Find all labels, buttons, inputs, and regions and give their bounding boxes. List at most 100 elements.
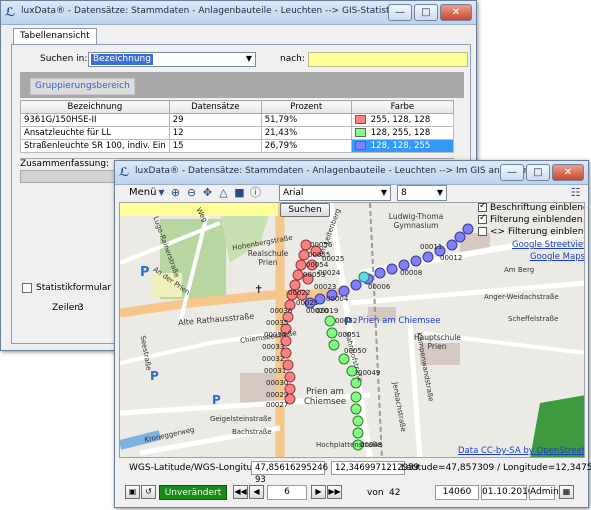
- point-label: 00031: [264, 367, 287, 375]
- point-label: 00019: [316, 307, 339, 315]
- lamp-point-red[interactable]: [292, 269, 304, 281]
- invert-filtering-option-label: <> Filterung einblenden: [490, 227, 584, 237]
- lamp-point-blue[interactable]: [350, 279, 362, 291]
- zoom-out-icon[interactable]: ⊖: [185, 186, 198, 199]
- coordinate-label: WGS-Latitude/WGS-Longitude: [129, 463, 264, 473]
- zoom-in-icon[interactable]: ⊕: [169, 186, 182, 199]
- table-row[interactable]: Ansatzleuchte für LL 12 21,43% 128, 255,…: [20, 126, 455, 140]
- previous-record-button[interactable]: ◀: [249, 485, 264, 499]
- font-name: Arial: [283, 188, 304, 198]
- close-button[interactable]: ✕: [440, 4, 472, 21]
- cell-count: 29: [168, 113, 262, 127]
- lamp-point-green[interactable]: [328, 339, 340, 351]
- cell-color: 128, 255, 128: [350, 126, 455, 140]
- latitude-field[interactable]: 47,85616295246 93: [251, 461, 330, 485]
- maximize-button[interactable]: □: [526, 164, 550, 181]
- tab-table-view[interactable]: Tabellenansicht: [13, 28, 97, 45]
- point-label: 00022: [288, 289, 311, 297]
- lamp-point-blue[interactable]: [386, 263, 398, 275]
- filtering-option-label: Filterung einblenden: [490, 215, 583, 225]
- search-after-label: nach:: [280, 54, 305, 64]
- menu-button[interactable]: Menü: [129, 187, 156, 198]
- close-button[interactable]: ✕: [552, 164, 584, 181]
- cell-name: Straßenleuchte SR 100, indiv. Ein: [20, 139, 170, 153]
- lamp-point-blue[interactable]: [422, 251, 434, 263]
- first-record-button[interactable]: ◀◀: [233, 485, 248, 499]
- search-button[interactable]: Suchen: [280, 203, 330, 217]
- select-icon[interactable]: △: [217, 186, 230, 199]
- point-label: 00033: [262, 343, 285, 351]
- calculator-icon[interactable]: ▦: [559, 485, 574, 499]
- street-label: Am Berg: [504, 266, 535, 274]
- last-record-button[interactable]: ▶▶: [327, 485, 342, 499]
- grouping-area-button[interactable]: Gruppierungsbereich: [30, 78, 135, 95]
- lamp-point-blue[interactable]: [410, 255, 422, 267]
- summary-row: Ze: [20, 170, 128, 183]
- minimize-button[interactable]: —: [500, 164, 524, 181]
- font-select[interactable]: Arial ▼: [279, 185, 391, 201]
- table-header-row: Bezeichnung Datensätze Prozent Farbe: [20, 100, 455, 114]
- column-header-count[interactable]: Datensätze: [168, 100, 262, 114]
- filtering-option[interactable]: Filterung einblenden: [478, 213, 583, 225]
- lamp-point-selected[interactable]: [358, 271, 370, 283]
- point-label: 00034: [264, 331, 287, 339]
- luxdata-app-icon: ℒ: [119, 165, 130, 179]
- next-record-button[interactable]: ▶: [311, 485, 326, 499]
- chevron-down-icon[interactable]: ▼: [155, 186, 168, 199]
- pan-icon[interactable]: ✥: [201, 186, 214, 199]
- gis-map[interactable]: Suchen Beschriftung einblenden Filterung…: [119, 202, 585, 458]
- statistics-form-checkbox[interactable]: [22, 283, 32, 293]
- column-header-color[interactable]: Farbe: [350, 100, 455, 114]
- font-size-select[interactable]: 8 ▼: [397, 185, 447, 201]
- lamp-point-blue[interactable]: [446, 239, 458, 251]
- table-row[interactable]: Straßenleuchte SR 100, indiv. Ein 15 26,…: [20, 139, 455, 153]
- color-value: 128, 128, 255: [370, 141, 431, 151]
- record-position-input[interactable]: 6: [267, 485, 307, 500]
- point-label: 00004: [326, 295, 349, 303]
- lamp-point-green[interactable]: [338, 353, 350, 365]
- color-swatch: [354, 115, 366, 124]
- search-input[interactable]: [308, 52, 468, 67]
- layer-tree-icon[interactable]: ☷: [569, 186, 582, 199]
- color-swatch: [354, 141, 366, 150]
- table-row[interactable]: 9361G/150HSE-II 29 51,79% 255, 128, 128: [20, 113, 455, 127]
- refresh-icon[interactable]: ↺: [141, 485, 156, 499]
- minimize-button[interactable]: —: [388, 4, 412, 21]
- title-bar: ℒ luxData® - Datensätze: Stammdaten - An…: [115, 161, 588, 185]
- longitude-field[interactable]: 12,3469971212959: [331, 461, 419, 475]
- osm-attribution-link[interactable]: Data CC-by-SA by OpenStreetMap: [458, 446, 584, 456]
- maximize-button[interactable]: □: [414, 4, 438, 21]
- lamp-point-green[interactable]: [352, 415, 364, 427]
- search-field-value: Bezeichnung: [91, 54, 153, 65]
- google-maps-link[interactable]: Google Maps: [530, 252, 584, 262]
- point-label: 00021: [296, 299, 319, 307]
- point-label: 00035: [266, 319, 289, 327]
- point-label: 00036: [270, 307, 293, 315]
- column-header-name[interactable]: Bezeichnung: [20, 100, 170, 114]
- save-icon[interactable]: ▣: [125, 485, 140, 499]
- info-icon[interactable]: ⓘ: [249, 186, 262, 199]
- point-label: 00011: [420, 243, 443, 251]
- lamp-point-blue[interactable]: [374, 267, 386, 279]
- font-size-value: 8: [401, 188, 407, 198]
- search-in-label: Suchen in:: [40, 54, 88, 64]
- lamp-point-green[interactable]: [350, 403, 362, 415]
- labels-option[interactable]: Beschriftung einblenden: [478, 203, 584, 213]
- google-streetview-link[interactable]: Google Streetview: [512, 240, 584, 250]
- measure-icon[interactable]: ■: [233, 186, 246, 199]
- invert-filtering-option[interactable]: <> Filterung einblenden: [478, 227, 584, 237]
- lamp-point-red[interactable]: [295, 259, 307, 271]
- lamp-point-blue[interactable]: [462, 223, 474, 235]
- street-label: Geigelsteinstraße: [210, 415, 272, 423]
- railway: [369, 203, 383, 457]
- place-label: Prien am Chiemsee: [303, 387, 347, 407]
- column-header-percent[interactable]: Prozent: [260, 100, 352, 114]
- place-label: Realschule Prien: [247, 249, 289, 267]
- lamp-point-blue[interactable]: [454, 231, 466, 243]
- lamp-point-green[interactable]: [326, 327, 338, 339]
- search-field-select[interactable]: Bezeichnung ▼: [88, 52, 256, 67]
- lamp-point-green[interactable]: [350, 391, 362, 403]
- lamp-point-green[interactable]: [324, 315, 336, 327]
- map-toolbar: Menü ▼ ⊕ ⊖ ✥ △ ■ ⓘ Arial ▼ 8 ▼ ☷: [119, 184, 585, 203]
- lamp-point-green[interactable]: [352, 427, 364, 439]
